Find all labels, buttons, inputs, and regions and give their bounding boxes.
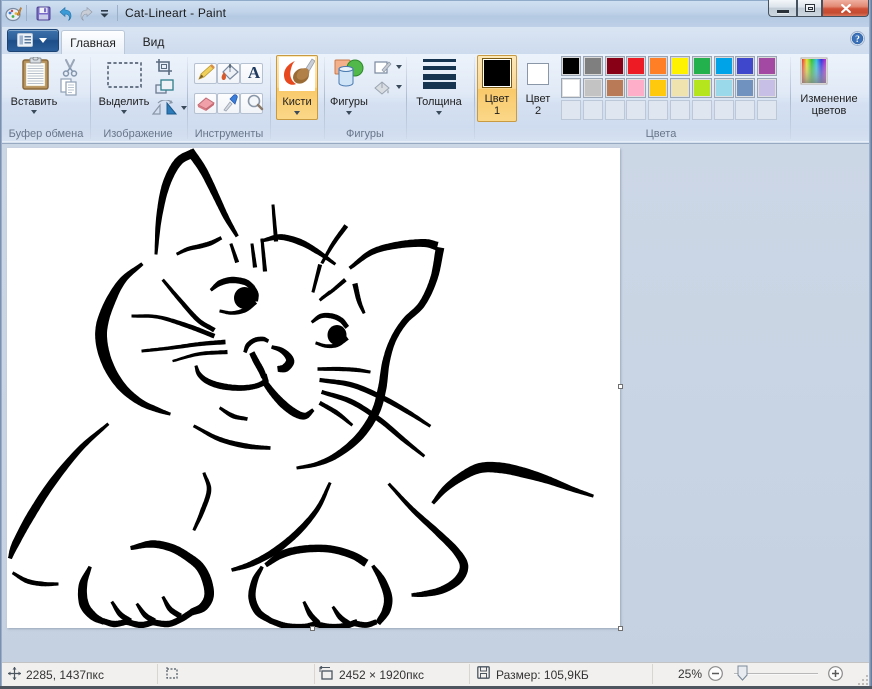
svg-text:A: A — [248, 63, 261, 80]
svg-text:?: ? — [855, 35, 860, 45]
